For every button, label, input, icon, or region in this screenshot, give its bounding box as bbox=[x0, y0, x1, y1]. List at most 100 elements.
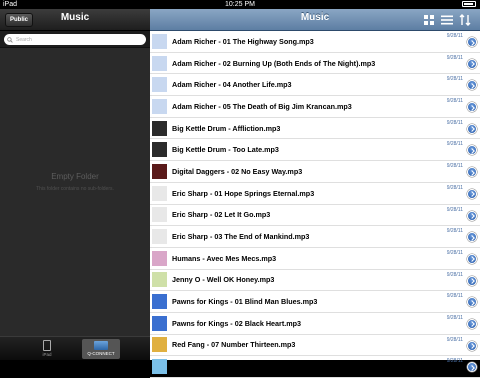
detail-disclosure-icon[interactable] bbox=[467, 232, 477, 243]
file-date: 9/28/11 bbox=[446, 293, 463, 300]
file-name: Adam Richer - 05 The Death of Big Jim Kr… bbox=[172, 101, 352, 111]
file-row[interactable]: Humans - Avec Mes Mecs.mp3 9/28/11 bbox=[150, 248, 480, 270]
search-bar: Search bbox=[0, 31, 150, 48]
file-date: 9/28/11 bbox=[446, 249, 463, 256]
file-date: 9/28/11 bbox=[446, 141, 463, 148]
file-date: 9/28/11 bbox=[446, 358, 463, 365]
album-art-thumbnail bbox=[152, 33, 167, 49]
album-art-thumbnail bbox=[152, 77, 167, 93]
q-connect-icon bbox=[94, 341, 108, 350]
detail-disclosure-icon[interactable] bbox=[467, 167, 477, 178]
left-panel-title: Music bbox=[60, 12, 90, 23]
file-name: Digital Daggers - 02 No Easy Way.mp3 bbox=[172, 166, 303, 176]
album-art-thumbnail bbox=[152, 359, 167, 375]
file-date: 9/28/11 bbox=[446, 54, 463, 61]
file-date: 9/28/11 bbox=[446, 33, 463, 39]
album-art-thumbnail bbox=[152, 185, 167, 201]
file-name: Red Fang - 07 Number Thirteen.mp3 bbox=[172, 340, 296, 350]
list-view-icon[interactable] bbox=[441, 14, 453, 26]
battery-icon bbox=[462, 1, 476, 7]
file-date: 9/28/11 bbox=[446, 206, 463, 213]
search-input[interactable]: Search bbox=[4, 34, 146, 45]
file-date: 9/28/11 bbox=[446, 184, 463, 191]
file-name: Big Kettle Drum - Affliction.mp3 bbox=[172, 123, 281, 133]
right-panel: Music Adam Richer - 01 The Highway Song.… bbox=[150, 9, 480, 378]
detail-disclosure-icon[interactable] bbox=[467, 102, 477, 113]
file-row[interactable]: Adam Richer - 05 The Death of Big Jim Kr… bbox=[150, 96, 480, 118]
album-art-thumbnail bbox=[152, 55, 167, 71]
file-name: Pawns for Kings - 02 Black Heart.mp3 bbox=[172, 318, 302, 328]
detail-disclosure-icon[interactable] bbox=[467, 80, 477, 91]
file-row[interactable]: Red Fang - 07 Number Thirteen.mp3 9/28/11 bbox=[150, 335, 480, 357]
clock: 10:25 PM bbox=[225, 1, 255, 8]
file-name: Times Neue Roman - Best est 2019.mp3 bbox=[172, 362, 308, 372]
file-list: Adam Richer - 01 The Highway Song.mp3 9/2… bbox=[150, 31, 480, 378]
file-row[interactable]: Adam Richer - 04 Another Life.mp3 9/28/11 bbox=[150, 74, 480, 97]
file-row[interactable]: Adam Richer - 02 Burning Up (Both Ends o… bbox=[150, 53, 480, 75]
detail-disclosure-icon[interactable] bbox=[467, 210, 477, 221]
file-date: 9/28/11 bbox=[446, 98, 463, 105]
tab-ipad-label: iPad bbox=[42, 352, 52, 357]
file-row[interactable]: Pawns for Kings - 01 Blind Man Blues.mp3… bbox=[150, 291, 480, 313]
empty-folder-title: Empty Folder bbox=[51, 172, 99, 181]
file-row[interactable]: Big Kettle Drum - Too Late.mp3 9/28/11 bbox=[150, 139, 480, 162]
file-row[interactable]: Eric Sharp - 02 Let It Go.mp3 9/28/11 bbox=[150, 205, 480, 227]
file-row[interactable]: Jenny O - Well OK Honey.mp3 9/28/11 bbox=[150, 270, 480, 292]
detail-disclosure-icon[interactable] bbox=[467, 37, 477, 47]
file-name: Humans - Avec Mes Mecs.mp3 bbox=[172, 253, 277, 263]
album-art-thumbnail bbox=[152, 120, 167, 136]
file-name: Eric Sharp - 01 Hope Springs Eternal.mp3 bbox=[172, 188, 315, 198]
grid-view-icon[interactable] bbox=[423, 14, 435, 26]
ipad-icon bbox=[43, 340, 51, 351]
tab-ipad[interactable]: iPad bbox=[28, 339, 66, 359]
album-art-thumbnail bbox=[152, 98, 167, 114]
file-row[interactable]: Eric Sharp - 03 The End of Mankind.mp3 9/… bbox=[150, 226, 480, 248]
album-art-thumbnail bbox=[152, 337, 167, 353]
file-date: 9/28/11 bbox=[446, 119, 463, 126]
search-placeholder: Search bbox=[16, 36, 32, 43]
detail-disclosure-icon[interactable] bbox=[467, 123, 477, 134]
file-date: 9/28/11 bbox=[446, 228, 463, 235]
sort-icon[interactable] bbox=[459, 14, 471, 26]
file-name: Adam Richer - 02 Burning Up (Both Ends o… bbox=[172, 58, 376, 68]
file-row[interactable]: Big Kettle Drum - Affliction.mp3 9/28/11 bbox=[150, 118, 480, 140]
album-art-thumbnail bbox=[152, 142, 167, 158]
tab-bar: iPad Q-CONNECT bbox=[0, 336, 150, 360]
file-row[interactable]: Adam Richer - 01 The Highway Song.mp3 9/2… bbox=[150, 31, 480, 53]
empty-folder-subtitle: This folder contains no sub-folders. bbox=[36, 186, 114, 192]
detail-disclosure-icon[interactable] bbox=[467, 188, 477, 199]
right-navbar: Music bbox=[150, 9, 480, 31]
file-name: Eric Sharp - 02 Let It Go.mp3 bbox=[172, 210, 271, 220]
file-name: Eric Sharp - 03 The End of Mankind.mp3 bbox=[172, 232, 310, 242]
album-art-thumbnail bbox=[152, 163, 167, 179]
file-name: Adam Richer - 01 The Highway Song.mp3 bbox=[172, 36, 314, 46]
detail-disclosure-icon[interactable] bbox=[467, 275, 477, 286]
file-date: 9/28/11 bbox=[446, 314, 463, 321]
file-row[interactable]: Eric Sharp - 01 Hope Springs Eternal.mp3… bbox=[150, 183, 480, 205]
file-date: 9/28/11 bbox=[446, 271, 463, 278]
search-icon bbox=[7, 36, 13, 43]
album-art-thumbnail bbox=[152, 272, 167, 288]
detail-disclosure-icon[interactable] bbox=[467, 318, 477, 329]
album-art-thumbnail bbox=[152, 229, 167, 245]
detail-disclosure-icon[interactable] bbox=[467, 297, 477, 308]
album-art-thumbnail bbox=[152, 207, 167, 223]
album-art-thumbnail bbox=[152, 250, 167, 266]
detail-disclosure-icon[interactable] bbox=[467, 362, 477, 373]
detail-disclosure-icon[interactable] bbox=[467, 58, 477, 69]
file-row[interactable]: Pawns for Kings - 02 Black Heart.mp3 9/28… bbox=[150, 313, 480, 335]
file-date: 9/28/11 bbox=[446, 76, 463, 83]
file-row[interactable]: Digital Daggers - 02 No Easy Way.mp3 9/28… bbox=[150, 161, 480, 183]
empty-folder-message: Empty Folder This folder contains no sub… bbox=[0, 172, 150, 192]
left-navbar: Public Music bbox=[0, 9, 150, 31]
album-art-thumbnail bbox=[152, 315, 167, 331]
detail-disclosure-icon[interactable] bbox=[467, 340, 477, 351]
tab-q-connect[interactable]: Q-CONNECT bbox=[82, 339, 120, 359]
detail-disclosure-icon[interactable] bbox=[467, 145, 477, 156]
file-name: Jenny O - Well OK Honey.mp3 bbox=[172, 275, 275, 285]
detail-disclosure-icon[interactable] bbox=[467, 253, 477, 264]
file-name: Adam Richer - 04 Another Life.mp3 bbox=[172, 80, 292, 90]
left-panel: Public Music Search Empty Folder This fo… bbox=[0, 9, 150, 360]
status-bar: iPad 10:25 PM bbox=[0, 0, 480, 9]
file-date: 9/28/11 bbox=[446, 163, 463, 170]
